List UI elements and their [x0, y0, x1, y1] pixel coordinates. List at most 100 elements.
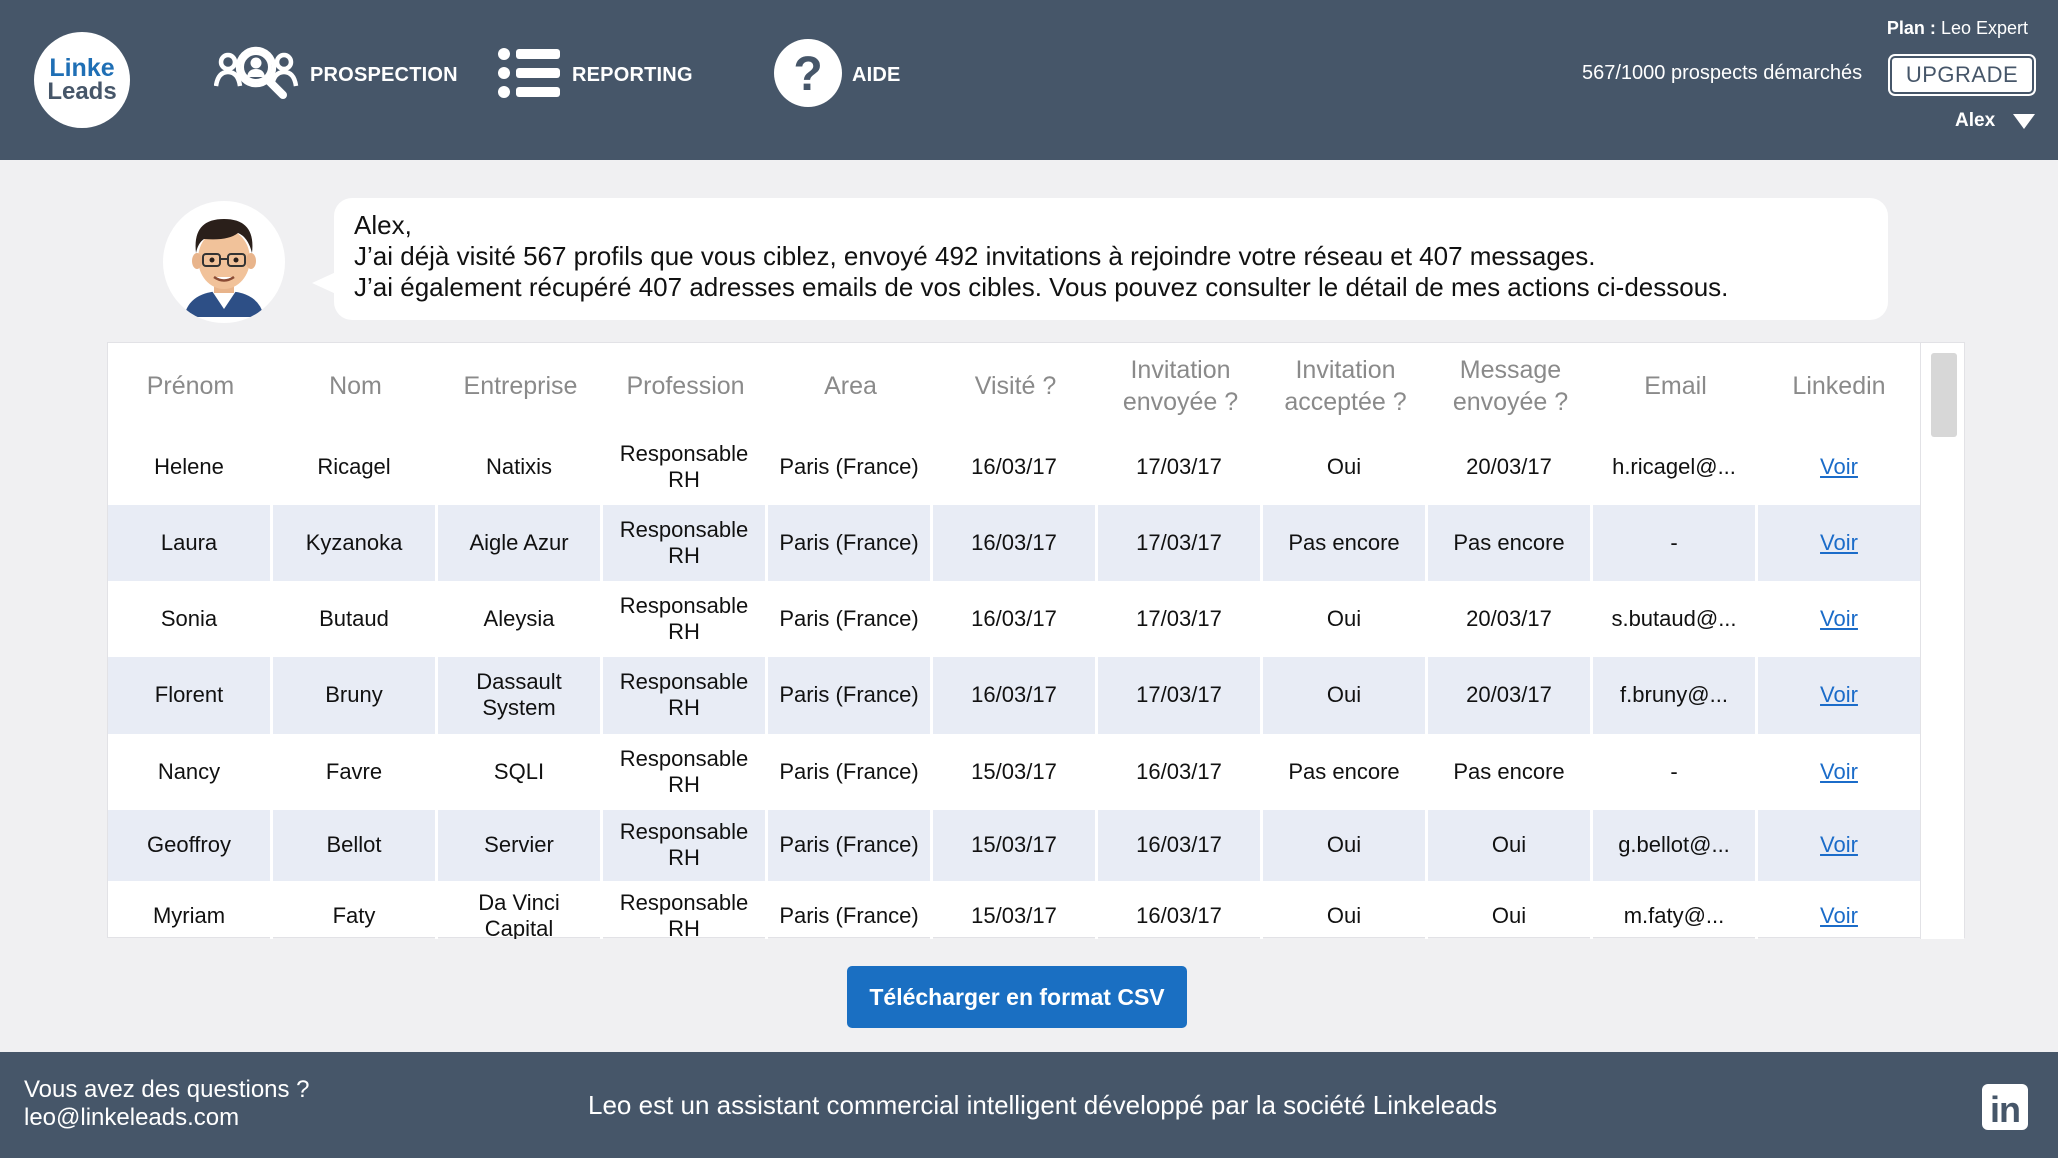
table-cell: Laura: [108, 505, 273, 582]
table-cell: Responsable RH: [603, 581, 768, 658]
plan-label: Plan :: [1886, 18, 1936, 38]
table-cell: 17/03/17: [1098, 581, 1263, 658]
message-line-1: J’ai déjà visité 567 profils que vous ci…: [354, 241, 1596, 271]
table-cell: Faty: [273, 880, 438, 939]
list-icon: [498, 47, 562, 103]
upgrade-button[interactable]: UPGRADE: [1890, 56, 2034, 94]
table-cell: Paris (France): [768, 733, 933, 810]
table-cell: 16/03/17: [933, 505, 1098, 582]
table-cell: 20/03/17: [1428, 429, 1593, 506]
table-cell: m.faty@...: [1593, 880, 1758, 939]
nav-prospection[interactable]: PROSPECTION: [213, 40, 458, 110]
table-cell: Pas encore: [1263, 505, 1428, 582]
linkedin-profile-link[interactable]: Voir: [1820, 759, 1858, 784]
nav-aide-label: AIDE: [852, 63, 901, 86]
message-greeting: Alex,: [354, 210, 412, 240]
table-cell: 16/03/17: [1098, 880, 1263, 939]
table-row: Florent Bruny Dassault System Responsable R…: [108, 657, 1920, 734]
table-scrollbar[interactable]: [1920, 343, 1964, 939]
table-cell: Oui: [1263, 809, 1428, 881]
people-search-icon: [213, 42, 300, 109]
table-cell: Pas encore: [1428, 505, 1593, 582]
table-cell: Paris (France): [768, 505, 933, 582]
table-cell: 15/03/17: [933, 880, 1098, 939]
linkeleads-logo[interactable]: Linke Leads: [34, 32, 130, 128]
linkedin-profile-link[interactable]: Voir: [1820, 606, 1858, 631]
table-cell: Voir: [1758, 581, 1920, 657]
nav-reporting[interactable]: REPORTING: [498, 40, 693, 110]
table-cell: Da Vinci Capital: [438, 880, 603, 939]
prospects-count: 567/1000 prospects démarchés: [1582, 62, 1863, 84]
table-cell: 20/03/17: [1428, 657, 1593, 734]
prospects-table-scroll-area[interactable]: Prénom Nom Entreprise Profession Area Vi…: [108, 343, 1920, 939]
table-row: Geoffroy Bellot Servier Responsable RH Paris…: [108, 809, 1920, 881]
linkedin-profile-link[interactable]: Voir: [1820, 454, 1858, 479]
table-cell: Responsable RH: [603, 429, 768, 506]
prospects-table-container: Prénom Nom Entreprise Profession Area Vi…: [107, 342, 1965, 939]
table-body: Helene Ricagel Natixis Responsable RH Paris …: [108, 429, 1920, 939]
user-name: Alex: [1955, 110, 1996, 131]
table-header-row: Prénom Nom Entreprise Profession Area Vi…: [108, 343, 1920, 429]
linkedin-profile-link[interactable]: Voir: [1820, 530, 1858, 555]
linkedin-icon[interactable]: in: [1982, 1084, 2028, 1130]
column-header: Prénom: [146, 372, 235, 400]
table-cell: Pas encore: [1428, 733, 1593, 810]
nav-reporting-label: REPORTING: [572, 63, 693, 86]
table-cell: Voir: [1758, 734, 1920, 810]
table-cell: Voir: [1758, 809, 1920, 881]
table-cell: Responsable RH: [603, 657, 768, 734]
table-cell: s.butaud@...: [1593, 581, 1758, 658]
message-line-2: J’ai également récupéré 407 adresses ema…: [354, 272, 1729, 302]
column-header: Visité ?: [974, 372, 1057, 400]
table-cell: Voir: [1758, 429, 1920, 505]
table-cell: Oui: [1428, 880, 1593, 939]
table-row: Nancy Favre SQLI Responsable RH Paris (Franc…: [108, 733, 1920, 810]
plan-value: Leo Expert: [1940, 18, 2028, 38]
footer-tagline: Leo est un assistant commercial intellig…: [588, 1090, 1498, 1120]
nav-aide[interactable]: ? AIDE: [774, 38, 901, 112]
table-cell: 20/03/17: [1428, 581, 1593, 658]
linkedin-profile-link[interactable]: Voir: [1820, 832, 1858, 857]
linkedin-profile-link[interactable]: Voir: [1820, 903, 1858, 928]
table-cell: Aigle Azur: [438, 505, 603, 582]
assistant-face-icon: [184, 219, 264, 317]
table-cell: Aleysia: [438, 581, 603, 658]
column-header: Invitation envoyée ?: [1122, 356, 1239, 416]
prospects-table: Prénom Nom Entreprise Profession Area Vi…: [108, 343, 1920, 939]
table-cell: 16/03/17: [933, 581, 1098, 658]
table-cell: Oui: [1428, 809, 1593, 881]
question-icon: ?: [774, 38, 842, 112]
table-row: Myriam Faty Da Vinci Capital Responsable RH…: [108, 880, 1920, 940]
linkedin-profile-link[interactable]: Voir: [1820, 682, 1858, 707]
footer-question: Vous avez des questions ?: [24, 1076, 310, 1103]
table-cell: Responsable RH: [603, 733, 768, 810]
user-menu[interactable]: Alex: [1955, 110, 2036, 132]
table-cell: 16/03/17: [1098, 733, 1263, 810]
column-header: Area: [824, 372, 877, 400]
column-header: Entreprise: [463, 372, 578, 400]
column-header: Linkedin: [1792, 372, 1886, 400]
table-cell: Bellot: [273, 809, 438, 881]
table-cell: 16/03/17: [933, 429, 1098, 506]
svg-text:?: ?: [793, 48, 822, 101]
table-cell: Paris (France): [768, 581, 933, 658]
table-cell: Servier: [438, 809, 603, 881]
chevron-down-icon: [2013, 113, 2036, 129]
table-cell: Myriam: [108, 880, 273, 939]
table-cell: Florent: [108, 657, 273, 734]
table-cell: Responsable RH: [603, 505, 768, 582]
table-cell: Favre: [273, 733, 438, 810]
table-cell: f.bruny@...: [1593, 657, 1758, 734]
top-navigation-bar: Linke Leads PROSPECTION REPORTING ? AIDE…: [0, 0, 2058, 160]
table-cell: Oui: [1263, 657, 1428, 734]
column-header: Profession: [626, 372, 745, 400]
table-row: Laura Kyzanoka Aigle Azur Responsable RH Par…: [108, 505, 1920, 582]
footer-email-link[interactable]: leo@linkeleads.com: [24, 1104, 310, 1132]
column-header: Nom: [329, 372, 382, 400]
scrollbar-thumb[interactable]: [1931, 353, 1957, 437]
table-cell: Oui: [1263, 429, 1428, 506]
download-csv-button[interactable]: Télécharger en format CSV: [847, 966, 1187, 1028]
linkedin-icon-text: in: [1990, 1089, 2021, 1130]
table-cell: Voir: [1758, 881, 1920, 940]
table-cell: Oui: [1263, 880, 1428, 939]
